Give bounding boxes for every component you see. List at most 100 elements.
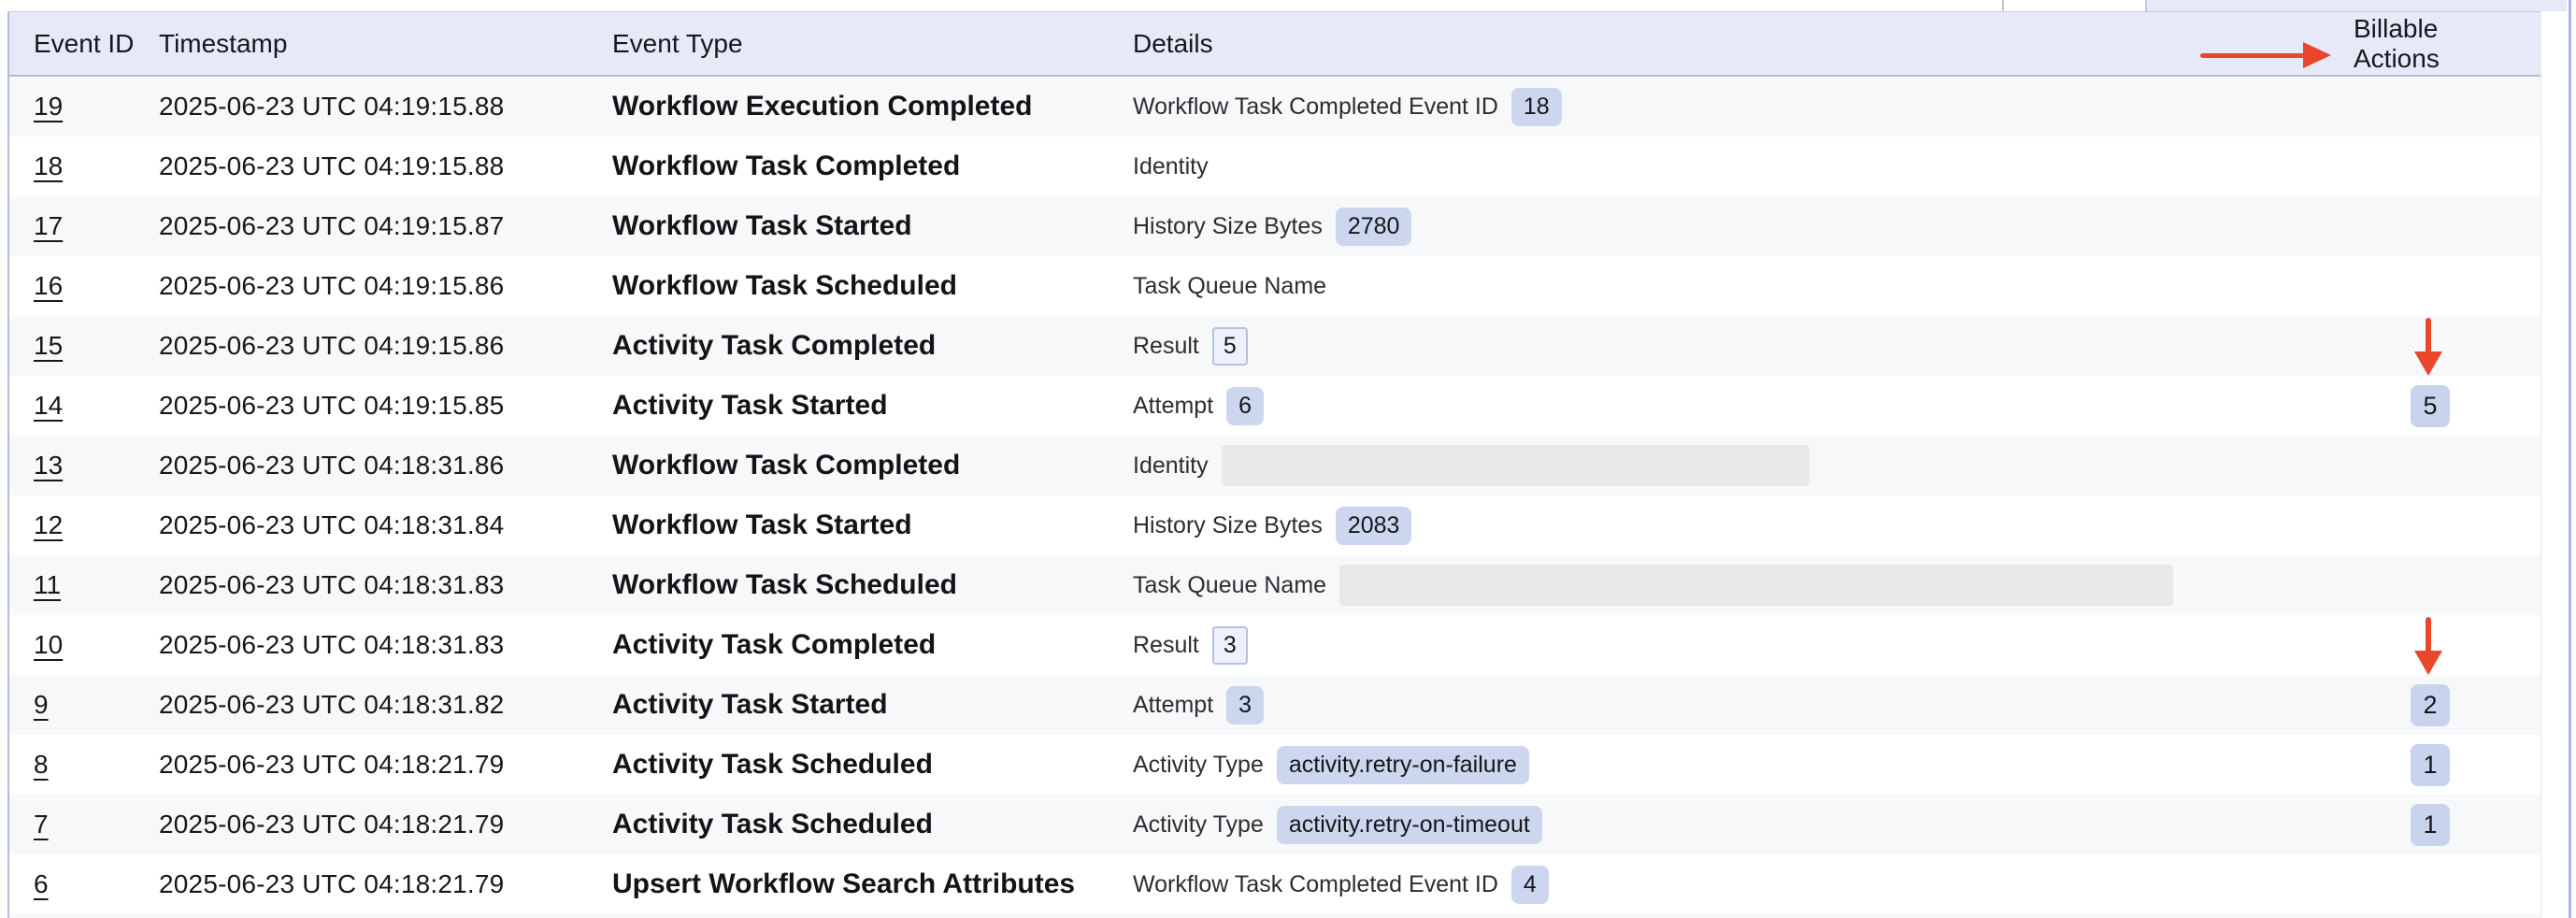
timestamp: 2025-06-23 UTC 04:18:31.82 <box>159 690 504 720</box>
event-type: Upsert Workflow Search Attributes <box>612 868 1075 900</box>
detail-label: Workflow Task Completed Event ID <box>1133 871 1498 898</box>
billable-actions-cell: 5 <box>2354 385 2540 427</box>
event-row[interactable]: 19 2025-06-23 UTC 04:19:15.88 Workflow Exe… <box>9 77 2540 136</box>
detail-value-badge: 6 <box>1226 387 1264 425</box>
event-id-link[interactable]: 7 <box>34 810 49 839</box>
timestamp: 2025-06-23 UTC 04:19:15.87 <box>159 211 504 241</box>
event-id-link[interactable]: 17 <box>34 211 63 241</box>
timestamp: 2025-06-23 UTC 04:18:21.79 <box>159 810 504 839</box>
timestamp-cell: 2025-06-23 UTC 04:18:21.79 <box>159 869 612 899</box>
event-row[interactable]: 82025-06-23 UTC 04:18:21.79Activity Task… <box>9 735 2540 795</box>
billable-actions-cell: 1 <box>2354 744 2540 786</box>
event-id-cell: 12 <box>9 510 159 540</box>
event-id-cell: 10 <box>9 630 159 660</box>
event-row[interactable]: 13 2025-06-23 UTC 04:18:31.86Workflow Tas… <box>9 436 2540 495</box>
event-row[interactable]: 15 2025-06-23 UTC 04:19:15.86 Activity Tas… <box>9 316 2540 376</box>
table-body: 192025-06-23 UTC 04:19:15.88Workflow Exe… <box>9 77 2540 914</box>
event-id-cell: 6 <box>9 869 159 899</box>
detail-value-badge: 18 <box>1511 88 1562 126</box>
annotation-arrow-down-icon <box>2414 318 2442 378</box>
event-row[interactable]: 14 2025-06-23 UTC 04:19:15.85 Activity Tas… <box>9 376 2540 436</box>
timestamp: 2025-06-23 UTC 04:19:15.86 <box>159 331 504 361</box>
details-cell: History Size Bytes2083 <box>1133 507 2354 545</box>
event-type-cell: Workflow Execution Completed <box>612 91 1133 122</box>
event-row[interactable]: 17 2025-06-23 UTC 04:19:15.87 Workflow Tas… <box>9 196 2540 256</box>
detail-label: Identity <box>1133 153 1209 180</box>
event-row[interactable]: 102025-06-23 UTC 04:18:31.83Activity Tas… <box>9 615 2540 675</box>
detail-label: Result <box>1133 333 1199 360</box>
event-row[interactable]: 11 2025-06-23 UTC 04:18:31.83 Workflow Tas… <box>9 555 2540 615</box>
column-header-event-type: Event Type <box>612 29 1133 59</box>
event-id-cell: 11 <box>9 570 159 600</box>
event-type: Activity Task Started <box>612 689 888 721</box>
timestamp-cell: 2025-06-23 UTC 04:18:31.82 <box>159 690 612 720</box>
event-id-link[interactable]: 8 <box>34 750 49 780</box>
event-id-link[interactable]: 12 <box>34 510 63 540</box>
timestamp-cell: 2025-06-23 UTC 04:19:15.86 <box>159 271 612 301</box>
event-id-link[interactable]: 10 <box>34 630 63 660</box>
event-type-cell: Activity Task Completed <box>612 629 1133 661</box>
detail-value-badge: 3 <box>1212 626 1248 665</box>
event-row[interactable]: 18 2025-06-23 UTC 04:19:15.88 Workflow Tas… <box>9 136 2540 196</box>
event-type: Workflow Task Started <box>612 210 912 242</box>
event-id-link[interactable]: 16 <box>34 271 63 301</box>
event-type: Workflow Task Completed <box>612 151 960 182</box>
detail-value-badge: activity.retry-on-timeout <box>1277 806 1542 844</box>
timestamp: 2025-06-23 UTC 04:19:15.88 <box>159 151 504 181</box>
timestamp-cell: 2025-06-23 UTC 04:19:15.87 <box>159 211 612 241</box>
timestamp-cell: 2025-06-23 UTC 04:18:31.83 <box>159 570 612 600</box>
timestamp: 2025-06-23 UTC 04:19:15.85 <box>159 391 504 421</box>
event-row[interactable]: 6 2025-06-23 UTC 04:18:21.79 Upsert Workfl… <box>9 854 2540 914</box>
event-type: Workflow Task Completed <box>612 450 960 481</box>
detail-label: Task Queue Name <box>1133 572 1326 599</box>
event-id-link[interactable]: 15 <box>34 331 63 361</box>
event-type: Activity Task Completed <box>612 629 936 661</box>
timestamp: 2025-06-23 UTC 04:18:21.79 <box>159 869 504 899</box>
event-row[interactable]: 12 2025-06-23 UTC 04:18:31.84Workflow Tas… <box>9 495 2540 555</box>
strip-divider <box>2145 0 2147 11</box>
timestamp-cell: 2025-06-23 UTC 04:19:15.88 <box>159 151 612 181</box>
billable-actions-badge: 1 <box>2411 804 2449 846</box>
timestamp-cell: 2025-06-23 UTC 04:19:15.88 <box>159 92 612 122</box>
workflow-event-history-table: Event ID Timestamp Event Type Details Bi… <box>0 0 2576 918</box>
event-id-link[interactable]: 6 <box>34 869 49 899</box>
event-id-cell: 8 <box>9 750 159 780</box>
event-type-cell: Workflow Task Completed <box>612 151 1133 182</box>
event-id-link[interactable]: 9 <box>34 690 49 720</box>
column-header-timestamp: Timestamp <box>159 29 612 59</box>
timestamp: 2025-06-23 UTC 04:19:15.88 <box>159 92 504 122</box>
event-type-cell: Activity Task Started <box>612 390 1133 422</box>
event-id-cell: 9 <box>9 690 159 720</box>
column-header-billable-actions: Billable Actions <box>2354 14 2540 74</box>
timestamp: 2025-06-23 UTC 04:18:31.83 <box>159 570 504 600</box>
event-type: Activity Task Completed <box>612 330 936 362</box>
event-id-link[interactable]: 14 <box>34 391 63 421</box>
event-row[interactable]: 7 2025-06-23 UTC 04:18:21.79 Activity Task… <box>9 795 2540 854</box>
timestamp: 2025-06-23 UTC 04:19:15.86 <box>159 271 504 301</box>
event-id-link[interactable]: 11 <box>34 570 61 600</box>
event-id-link[interactable]: 13 <box>34 451 63 481</box>
table-header-row: Event ID Timestamp Event Type Details Bi… <box>9 11 2540 77</box>
billable-actions-cell: 1 <box>2354 804 2540 846</box>
billable-actions-cell: 2 <box>2354 684 2540 726</box>
detail-value-redacted <box>1222 445 1810 486</box>
column-header-details: Details <box>1133 29 2354 59</box>
event-id-cell: 15 <box>9 331 159 361</box>
timestamp-cell: 2025-06-23 UTC 04:18:21.79 <box>159 810 612 839</box>
event-id-cell: 7 <box>9 810 159 839</box>
strip-divider <box>2002 0 2004 11</box>
timestamp-cell: 2025-06-23 UTC 04:19:15.86 <box>159 331 612 361</box>
timestamp-cell: 2025-06-23 UTC 04:18:31.84 <box>159 510 612 540</box>
timestamp-cell: 2025-06-23 UTC 04:18:21.79 <box>159 750 612 780</box>
vertical-scrollbar-track[interactable] <box>2540 11 2569 918</box>
event-row[interactable]: 9 2025-06-23 UTC 04:18:31.82 Activity Task… <box>9 675 2540 735</box>
details-cell: Identity <box>1133 445 2354 486</box>
event-type-cell: Activity Task Scheduled <box>612 809 1133 840</box>
event-id-link[interactable]: 18 <box>34 151 63 181</box>
event-type: Workflow Task Started <box>612 509 912 541</box>
event-type: Workflow Task Scheduled <box>612 569 957 601</box>
timestamp-cell: 2025-06-23 UTC 04:18:31.86 <box>159 451 612 481</box>
event-type: Activity Task Started <box>612 390 888 422</box>
event-id-link[interactable]: 19 <box>34 92 63 122</box>
event-row[interactable]: 162025-06-23 UTC 04:19:15.86Workflow Tas… <box>9 256 2540 316</box>
